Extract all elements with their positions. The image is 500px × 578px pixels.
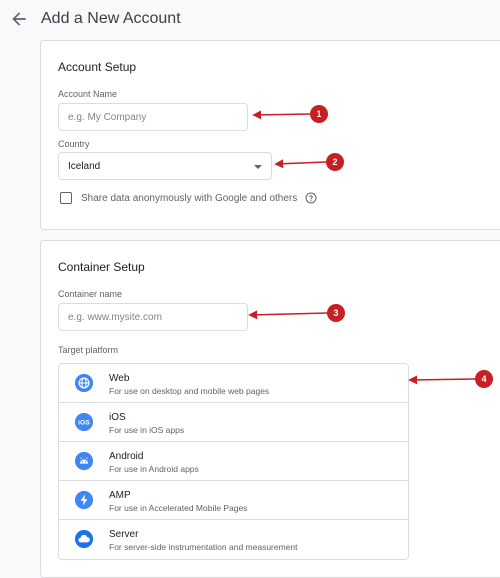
annotation-badge: 3 <box>327 304 345 322</box>
annotation-badge: 1 <box>310 105 328 123</box>
annotation-badge: 2 <box>326 153 344 171</box>
annotation-badge: 4 <box>475 370 493 388</box>
annotation-arrows <box>248 110 476 385</box>
